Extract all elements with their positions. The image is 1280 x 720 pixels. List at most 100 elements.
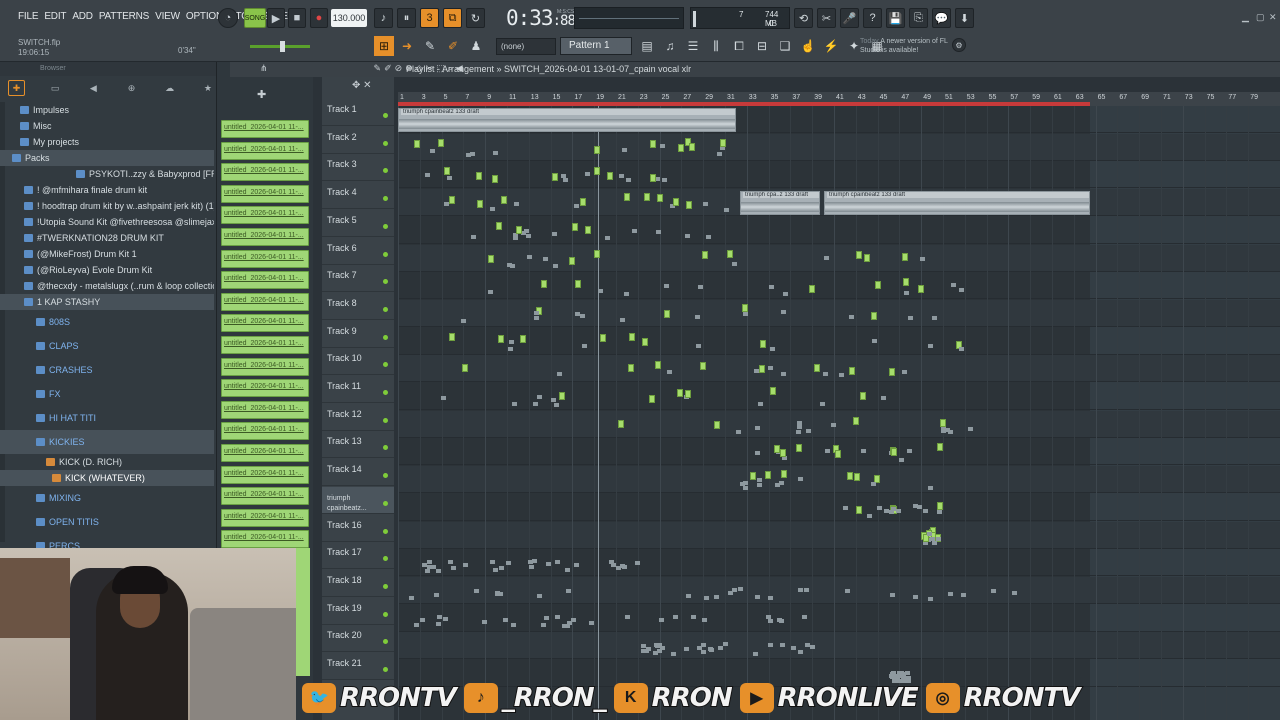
news-panel[interactable]: Today A newer version of FL Studio is av… xyxy=(860,37,950,55)
pattern-clip[interactable]: untitled_2026-04-01 11-... xyxy=(221,357,309,376)
blend-notes-icon[interactable]: ⧉ xyxy=(443,8,462,28)
drum-hit[interactable] xyxy=(891,507,896,511)
drum-hit[interactable] xyxy=(941,429,946,433)
drum-hit[interactable] xyxy=(706,235,711,239)
magnet-icon[interactable]: ⋔ xyxy=(260,63,268,74)
drum-hit[interactable] xyxy=(831,423,836,427)
pattern-block[interactable] xyxy=(835,450,841,458)
drum-hit[interactable] xyxy=(632,229,637,233)
drum-hit[interactable] xyxy=(657,649,662,653)
drum-hit[interactable] xyxy=(779,619,784,623)
drum-hit[interactable] xyxy=(495,591,500,595)
wait-input-icon[interactable]: ⏸ xyxy=(397,8,416,28)
drum-hit[interactable] xyxy=(673,615,678,619)
drum-hit[interactable] xyxy=(717,152,722,156)
drum-hit[interactable] xyxy=(913,595,918,599)
browser-item[interactable]: 1 KAP STASHY xyxy=(0,294,214,310)
drum-hit[interactable] xyxy=(902,370,907,374)
drum-hit[interactable] xyxy=(824,256,829,260)
browser-item[interactable]: MIXING xyxy=(0,486,214,510)
pattern-block[interactable] xyxy=(781,470,787,478)
drum-hit[interactable] xyxy=(923,509,928,513)
drum-hit[interactable] xyxy=(414,623,419,627)
track-enable-icon[interactable] xyxy=(383,196,388,202)
drum-hit[interactable] xyxy=(899,458,904,462)
drum-hit[interactable] xyxy=(546,562,551,566)
drum-hit[interactable] xyxy=(437,615,442,619)
drum-hit[interactable] xyxy=(757,478,762,482)
drum-hit[interactable] xyxy=(585,172,590,176)
pattern-block[interactable] xyxy=(541,280,547,288)
pattern-block[interactable] xyxy=(594,250,600,258)
pattern-block[interactable] xyxy=(918,285,924,293)
pattern-block[interactable] xyxy=(750,472,756,480)
pattern-block[interactable] xyxy=(649,395,655,403)
drum-hit[interactable] xyxy=(534,311,539,315)
drum-hit[interactable] xyxy=(728,591,733,595)
track-header[interactable]: Track 19 xyxy=(322,598,394,625)
pattern-clip[interactable]: untitled_2026-04-01 11-... xyxy=(221,292,309,311)
piano-roll-icon[interactable]: ♫ xyxy=(660,36,680,56)
pattern-block[interactable] xyxy=(477,200,483,208)
drum-hit[interactable] xyxy=(605,236,610,240)
drum-hit[interactable] xyxy=(758,402,763,406)
drum-hit[interactable] xyxy=(961,593,966,597)
browser-plugin-icon[interactable]: ⊕ xyxy=(123,80,139,96)
drum-hit[interactable] xyxy=(561,174,566,178)
drum-hit[interactable] xyxy=(845,589,850,593)
track-header[interactable]: Track 1 xyxy=(322,99,394,126)
drum-hit[interactable] xyxy=(425,569,430,573)
drum-hit[interactable] xyxy=(805,643,810,647)
pattern-block[interactable] xyxy=(889,368,895,376)
drum-hit[interactable] xyxy=(524,229,529,233)
track-lane[interactable] xyxy=(398,272,1280,300)
pattern-block[interactable] xyxy=(677,389,683,397)
pattern-block[interactable] xyxy=(864,254,870,262)
drum-hit[interactable] xyxy=(544,616,549,620)
update-icon[interactable]: ⚙ xyxy=(952,38,966,52)
drum-hit[interactable] xyxy=(554,403,559,407)
drum-hit[interactable] xyxy=(896,509,901,513)
track-header[interactable]: Track 6 xyxy=(322,238,394,265)
pattern-block[interactable] xyxy=(856,251,862,259)
drum-hit[interactable] xyxy=(781,310,786,314)
arrow-right-icon[interactable]: ➜ xyxy=(397,36,417,56)
master-volume-slider[interactable] xyxy=(250,41,310,52)
browser-item[interactable]: ! @mfmihara finale drum kit xyxy=(0,182,214,198)
track-enable-icon[interactable] xyxy=(383,556,388,562)
track-enable-icon[interactable] xyxy=(383,528,388,534)
pattern-clip[interactable]: untitled_2026-04-01 11-... xyxy=(221,271,309,290)
drum-hit[interactable] xyxy=(420,618,425,622)
pattern-block[interactable] xyxy=(702,251,708,259)
drum-hit[interactable] xyxy=(937,510,942,514)
drum-hit[interactable] xyxy=(685,234,690,238)
pattern-block[interactable] xyxy=(720,139,726,147)
menu-add[interactable]: ADD xyxy=(72,11,93,22)
browser-item[interactable]: KICK (WHATEVER) xyxy=(0,470,214,486)
pattern-block[interactable] xyxy=(856,506,862,514)
audio-clip[interactable]: triumph cpainbeatz 133 draft xyxy=(398,108,736,132)
drum-hit[interactable] xyxy=(920,257,925,261)
pattern-block[interactable] xyxy=(657,194,663,202)
drum-hit[interactable] xyxy=(447,176,452,180)
drum-hit[interactable] xyxy=(503,618,508,622)
pattern-clip[interactable]: untitled_2026-04-01 11-... xyxy=(221,530,309,549)
pattern-block[interactable] xyxy=(438,139,444,147)
menu-file[interactable]: FILE xyxy=(18,11,39,22)
drum-hit[interactable] xyxy=(736,430,741,434)
pattern-block[interactable] xyxy=(902,253,908,261)
drum-hit[interactable] xyxy=(537,395,542,399)
drum-hit[interactable] xyxy=(660,144,665,148)
drum-hit[interactable] xyxy=(436,569,441,573)
browser-item[interactable]: ! hoodtrap drum kit by w..ashpaint jerk … xyxy=(0,198,214,214)
drum-hit[interactable] xyxy=(659,618,664,622)
pattern-block[interactable] xyxy=(501,196,507,204)
drum-hit[interactable] xyxy=(589,621,594,625)
drum-hit[interactable] xyxy=(451,566,456,570)
drum-hit[interactable] xyxy=(425,173,430,177)
drum-hit[interactable] xyxy=(696,344,701,348)
paint-icon[interactable]: ✐ xyxy=(443,36,463,56)
drum-hit[interactable] xyxy=(529,565,534,569)
touch-icon[interactable]: ☝ xyxy=(798,36,818,56)
browser-item[interactable]: My projects xyxy=(0,134,214,150)
